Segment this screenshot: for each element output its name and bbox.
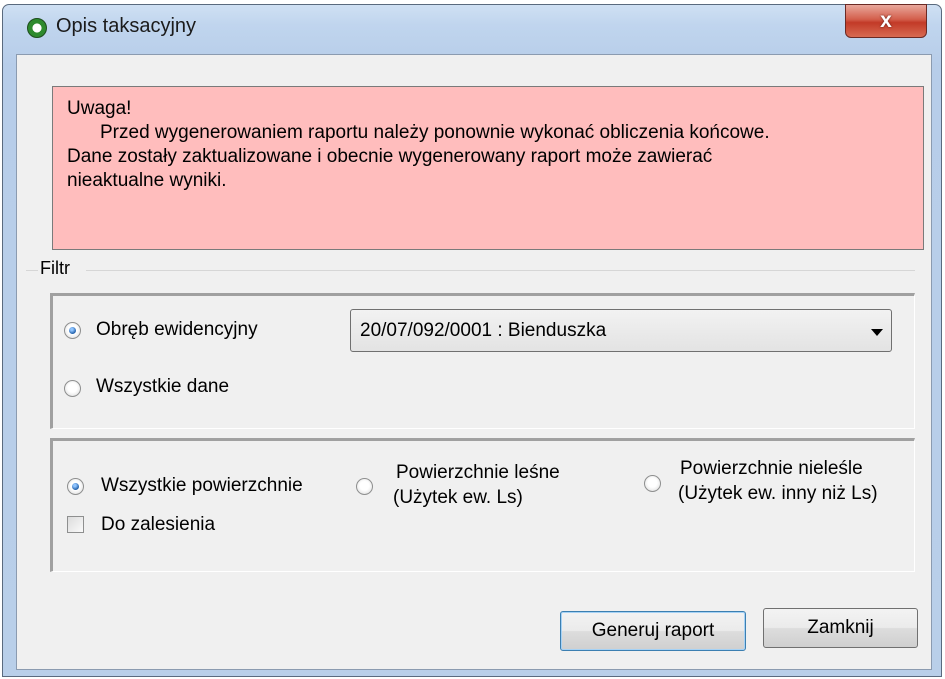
checkbox-do-zalesienia[interactable] bbox=[67, 516, 84, 533]
warning-text-line: Dane zostały zaktualizowane i obecnie wy… bbox=[67, 146, 713, 167]
radio-all-surfaces-label[interactable]: Wszystkie powierzchnie bbox=[101, 475, 303, 497]
obreb-select[interactable]: 20/07/092/0001 : Bienduszka bbox=[350, 309, 892, 352]
radio-forest-surfaces-label[interactable]: Powierzchnie leśne bbox=[396, 462, 560, 484]
radio-obreb[interactable] bbox=[64, 322, 81, 339]
radio-nonforest-surfaces-label-2[interactable]: (Użytek ew. inny niż Ls) bbox=[678, 483, 878, 505]
checkbox-do-zalesienia-label[interactable]: Do zalesienia bbox=[101, 514, 215, 536]
warning-heading: Uwaga! bbox=[67, 98, 132, 119]
window-title: Opis taksacyjny bbox=[56, 15, 197, 37]
radio-all-data[interactable] bbox=[64, 380, 81, 397]
obreb-select-value: 20/07/092/0001 : Bienduszka bbox=[360, 320, 607, 341]
filter-divider bbox=[86, 270, 915, 271]
title-bar: Opis taksacyjny x bbox=[3, 4, 941, 53]
radio-forest-surfaces-label-2[interactable]: (Użytek ew. Ls) bbox=[393, 487, 523, 509]
close-window-button[interactable]: x bbox=[845, 4, 927, 38]
radio-obreb-label[interactable]: Obręb ewidencyjny bbox=[96, 319, 258, 341]
radio-nonforest-surfaces[interactable] bbox=[644, 475, 661, 492]
warning-box: Uwaga! Przed wygenerowaniem raportu nale… bbox=[52, 86, 924, 250]
close-button[interactable]: Zamknij bbox=[763, 608, 918, 648]
close-icon: x bbox=[880, 9, 892, 32]
warning-text-line: nieaktualne wyniki. bbox=[67, 170, 227, 191]
generate-report-button[interactable]: Generuj raport bbox=[560, 611, 746, 651]
radio-all-data-label[interactable]: Wszystkie dane bbox=[96, 376, 229, 398]
chevron-down-icon[interactable] bbox=[871, 329, 883, 336]
radio-forest-surfaces[interactable] bbox=[356, 478, 373, 495]
filter-divider bbox=[26, 270, 38, 271]
radio-nonforest-surfaces-label[interactable]: Powierzchnie nieleśle bbox=[680, 458, 863, 480]
radio-all-surfaces[interactable] bbox=[67, 478, 84, 495]
filter-group-label: Filtr bbox=[40, 258, 70, 278]
warning-text-line: Przed wygenerowaniem raportu należy pono… bbox=[100, 122, 770, 143]
app-tree-icon bbox=[27, 18, 47, 38]
